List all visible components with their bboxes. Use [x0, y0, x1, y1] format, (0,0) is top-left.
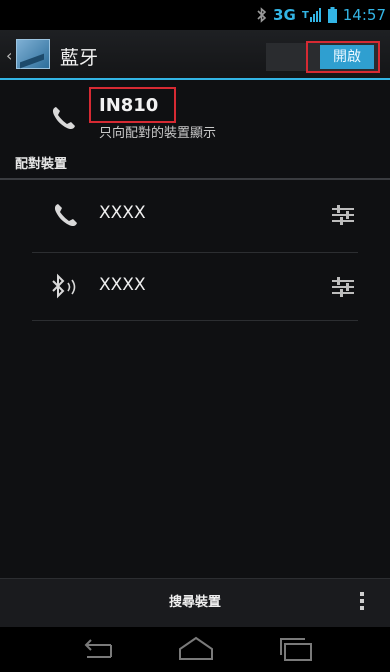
- back-caret-icon[interactable]: ‹: [6, 46, 12, 65]
- home-icon[interactable]: [174, 635, 218, 663]
- phone-icon: [54, 204, 77, 227]
- battery-icon: [327, 7, 337, 23]
- paired-device-row[interactable]: XXXX: [0, 182, 390, 248]
- navigation-bar: [0, 627, 390, 672]
- page-title: 藍牙: [60, 47, 99, 69]
- device-settings-icon[interactable]: [328, 200, 358, 230]
- paired-device-row[interactable]: XXXX: [0, 254, 390, 320]
- bluetooth-settings-app-icon[interactable]: [16, 39, 50, 69]
- highlight-box-device-name: [89, 87, 176, 123]
- device-settings-icon[interactable]: [328, 272, 358, 302]
- status-bar: 3G T 14:57: [0, 0, 390, 30]
- svg-text:T: T: [302, 10, 309, 21]
- phone-icon: [52, 107, 75, 130]
- highlight-box-toggle: [306, 41, 380, 73]
- bluetooth-icon: [52, 273, 76, 299]
- paired-device-name: XXXX: [99, 203, 146, 223]
- signal-icon: T: [302, 7, 322, 23]
- network-type: 3G: [273, 6, 296, 24]
- own-device-visibility: 只向配對的裝置顯示: [99, 126, 217, 141]
- bluetooth-status-icon: [257, 7, 267, 23]
- clock: 14:57: [342, 6, 386, 24]
- paired-devices-header: 配對裝置: [0, 152, 390, 180]
- paired-device-name: XXXX: [99, 275, 146, 295]
- overflow-menu-icon[interactable]: [352, 589, 372, 617]
- own-device-item[interactable]: IN810 只向配對的裝置顯示: [0, 80, 390, 152]
- recent-apps-icon[interactable]: [274, 635, 318, 663]
- divider: [32, 252, 358, 253]
- scan-devices-button[interactable]: 搜尋裝置: [140, 579, 250, 627]
- bottom-action-bar: 搜尋裝置: [0, 578, 390, 627]
- back-icon[interactable]: [77, 635, 121, 663]
- divider: [32, 320, 358, 321]
